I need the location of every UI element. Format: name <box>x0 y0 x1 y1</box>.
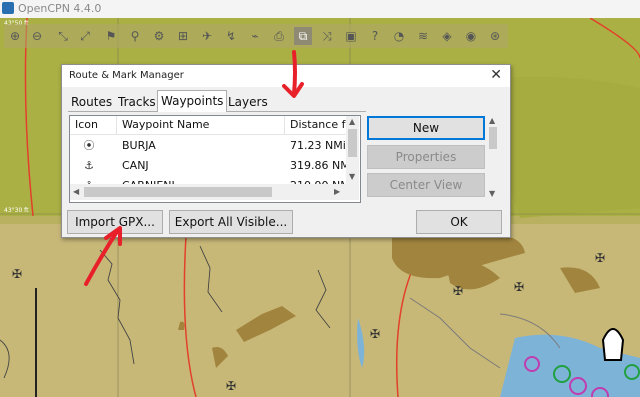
annotation-arrow <box>292 50 297 96</box>
annotation-arrow <box>84 228 120 286</box>
annotation-layer <box>84 50 304 286</box>
